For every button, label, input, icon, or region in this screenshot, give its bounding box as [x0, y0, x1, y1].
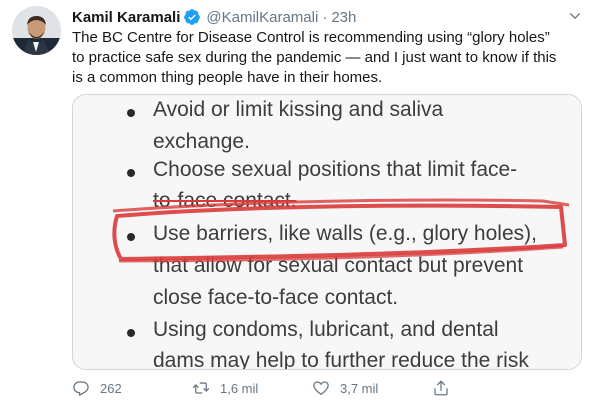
media-text-line: close face-to-face contact. [153, 286, 399, 309]
retweet-icon [192, 382, 210, 394]
retweet-count: 1,6 mil [220, 380, 259, 396]
chevron-down-icon[interactable] [567, 8, 583, 24]
tweet-media-image[interactable]: Avoid or limit kissing and saliva exchan… [72, 94, 582, 370]
reply-button[interactable]: 262 [72, 379, 192, 397]
media-text-line: that allow for sexual contact but preven… [153, 254, 524, 277]
media-text-line: exchange. [153, 130, 250, 153]
tweet-text: The BC Centre for Disease Control is rec… [72, 29, 557, 86]
retweet-button[interactable]: 1,6 mil [192, 379, 312, 397]
media-text-line: to-face contact. [153, 189, 297, 212]
avatar[interactable] [12, 6, 61, 55]
media-text-line: Using condoms, lubricant, and dental [153, 318, 499, 341]
separator-dot: · [322, 8, 328, 26]
verified-badge-icon [183, 8, 201, 26]
reply-count: 262 [100, 380, 122, 396]
media-screenshot: Avoid or limit kissing and saliva exchan… [73, 95, 581, 369]
bullet-icon [127, 169, 135, 177]
tweet-timestamp[interactable]: 23h [331, 9, 356, 26]
reply-icon [73, 381, 89, 396]
like-button[interactable]: 3,7 mil [312, 379, 432, 397]
like-count: 3,7 mil [340, 380, 379, 396]
share-button[interactable] [432, 379, 472, 397]
bullet-icon [127, 233, 135, 241]
author-name[interactable]: Kamil Karamali [72, 9, 180, 26]
media-text-line: Choose sexual positions that limit face- [153, 158, 518, 181]
media-text-line: Avoid or limit kissing and saliva [153, 98, 444, 121]
bullet-icon [127, 329, 135, 337]
avatar-image [12, 6, 61, 55]
heart-icon [313, 381, 329, 396]
media-text-line: dams may help to further reduce the risk [153, 349, 529, 370]
bullet-icon [127, 109, 135, 117]
share-icon [434, 380, 448, 396]
tweet-header: Kamil Karamali @KamilKaramali · 23h [72, 7, 553, 27]
author-handle[interactable]: @KamilKaramali [206, 9, 318, 26]
tweet-actions: 262 1,6 mil 3,7 mil [72, 377, 472, 399]
media-text-line: Use barriers, like walls (e.g., glory ho… [153, 222, 537, 245]
